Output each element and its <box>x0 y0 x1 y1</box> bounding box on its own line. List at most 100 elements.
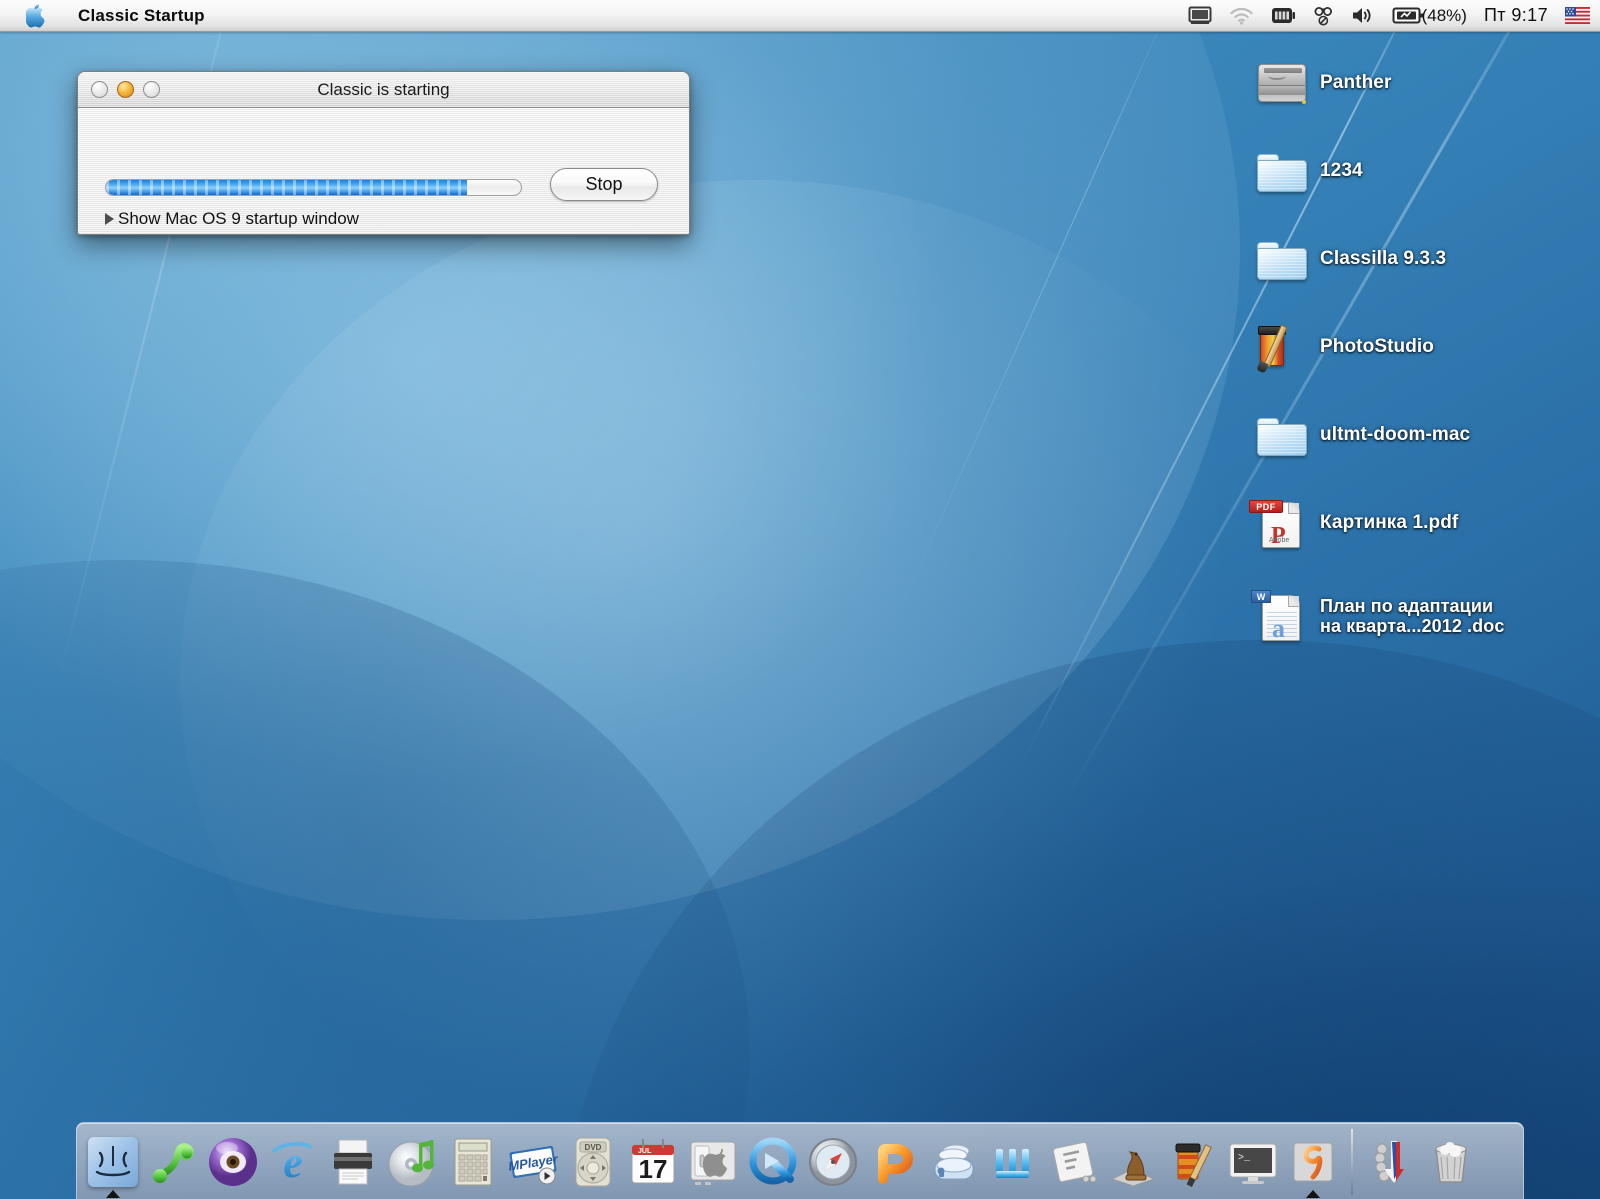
dock-item-finder[interactable] <box>83 1129 143 1199</box>
desktop-icon-plan-doc[interactable]: a W План по адаптации на кварта...2012 .… <box>1251 580 1600 652</box>
dock-item-print-center[interactable] <box>323 1129 383 1199</box>
dock-item-system-preferences[interactable] <box>683 1129 743 1199</box>
window-title: Classic is starting <box>317 79 450 99</box>
us-flag-icon <box>1565 7 1590 24</box>
dock-item-trash[interactable] <box>1421 1129 1481 1199</box>
dock-item-sherlock[interactable] <box>143 1129 203 1199</box>
dock-item-textedit[interactable] <box>1043 1129 1103 1199</box>
apple-logo-icon <box>26 4 45 28</box>
menu-extra-volume[interactable] <box>1351 0 1375 31</box>
startup-progress-fill <box>106 180 468 195</box>
folder-icon <box>1252 230 1312 288</box>
close-button[interactable] <box>91 81 108 98</box>
dock-item-mplayer[interactable]: MPlayer <box>503 1129 563 1199</box>
menu-extra-input-source[interactable] <box>1565 0 1590 31</box>
itunes-icon <box>386 1135 440 1189</box>
word-document-icon: a W <box>1251 587 1312 645</box>
dock-item-ical[interactable]: JUL 17 <box>623 1129 683 1199</box>
menu-extra-power[interactable]: (48%) <box>1392 0 1467 31</box>
dock-item-calculator[interactable] <box>443 1129 503 1199</box>
menu-extra-airport[interactable] <box>1229 0 1254 31</box>
minimize-button[interactable] <box>117 81 134 98</box>
dock-item-internet-explorer[interactable]: e <box>263 1129 323 1199</box>
wallpaper-swirl-2 <box>180 180 1330 1180</box>
russian-flag-download-icon <box>1364 1135 1418 1189</box>
ical-icon: JUL 17 <box>626 1135 680 1189</box>
classic-startup-window[interactable]: Classic is starting Stop Show Mac OS 9 s… <box>77 71 690 235</box>
window-body: Stop Show Mac OS 9 startup window <box>78 108 689 234</box>
menu-bar-left: Classic Startup <box>0 0 219 31</box>
dock-item-dvd-player[interactable]: DVD <box>563 1129 623 1199</box>
battery-percent-label: (48%) <box>1421 5 1467 25</box>
svg-text:>_: >_ <box>1238 1153 1251 1164</box>
trash-icon <box>1424 1135 1478 1189</box>
pdf-document-icon: Ρ Adobe PDF <box>1249 494 1312 552</box>
desktop-icon-label: 1234 <box>1320 160 1363 182</box>
dock-separator <box>1351 1129 1353 1195</box>
quicktime-icon <box>746 1135 800 1189</box>
mplayer-icon: MPlayer <box>506 1135 560 1189</box>
dock-item-mail[interactable] <box>203 1129 263 1199</box>
running-indicator <box>1306 1190 1320 1198</box>
dock-item-photostudio[interactable] <box>1163 1129 1223 1199</box>
menubar-app-title[interactable]: Classic Startup <box>64 0 219 31</box>
folder-icon <box>1252 142 1312 200</box>
finder-icon <box>86 1135 140 1189</box>
menu-extra-battery[interactable] <box>1271 0 1296 31</box>
dock-item-toast[interactable] <box>923 1129 983 1199</box>
menu-bar-clock[interactable]: Пт 9:17 <box>1484 0 1548 31</box>
safari-icon <box>806 1135 860 1189</box>
bluetooth-off-icon <box>1314 7 1332 26</box>
internet-explorer-icon: e <box>266 1135 320 1189</box>
dock-item-quicktime[interactable] <box>743 1129 803 1199</box>
photostudio-icon <box>1166 1135 1220 1189</box>
show-startup-window-disclosure[interactable]: Show Mac OS 9 startup window <box>105 209 359 229</box>
svg-text:17: 17 <box>639 1154 668 1184</box>
dock[interactable]: e MPlayer DVD JUL 17 >_ <box>76 1122 1524 1199</box>
menu-bar-status-area: (48%) Пт 9:17 <box>1188 0 1600 31</box>
battery-icon <box>1271 8 1295 23</box>
wallpaper-swirl-3 <box>560 640 1600 1199</box>
wallpaper-swirl-4 <box>0 560 750 1199</box>
system-preferences-icon <box>686 1135 740 1189</box>
chess-knight-icon <box>1106 1135 1160 1189</box>
dock-item-downloads[interactable] <box>1361 1129 1421 1199</box>
display-icon <box>1188 6 1212 24</box>
wallpaper-streak-3 <box>895 0 1181 620</box>
dock-item-safari[interactable] <box>803 1129 863 1199</box>
window-titlebar[interactable]: Classic is starting <box>78 72 689 108</box>
desktop-icon-ultmt-doom-mac[interactable]: ultmt-doom-mac <box>1252 404 1600 466</box>
dock-item-classic[interactable] <box>1283 1129 1343 1199</box>
desktop-icon-label: ultmt-doom-mac <box>1320 424 1471 446</box>
dock-item-chess[interactable] <box>1103 1129 1163 1199</box>
desktop-icon-classilla[interactable]: Classilla 9.3.3 <box>1252 228 1600 290</box>
desktop-icon-1234[interactable]: 1234 <box>1252 140 1600 202</box>
desktop-icon-kartinka-pdf[interactable]: Ρ Adobe PDF Картинка 1.pdf <box>1249 492 1600 554</box>
dock-apps-zone: e MPlayer DVD JUL 17 >_ <box>83 1123 1343 1199</box>
desktop-icon-grid: Panther 1234 Classilla 9.3.3 PhotoStudio… <box>1249 52 1600 678</box>
textedit-icon <box>1046 1135 1100 1189</box>
power-adapter-icon <box>1392 7 1423 24</box>
toast-icon <box>926 1135 980 1189</box>
purple-eye-icon <box>206 1135 260 1189</box>
desktop-icon-label: Classilla 9.3.3 <box>1320 248 1447 270</box>
desktop-icon-panther[interactable]: Panther <box>1252 52 1600 114</box>
dock-item-sh-editor[interactable] <box>983 1129 1043 1199</box>
blue-sh-icon <box>986 1135 1040 1189</box>
dock-item-itunes[interactable] <box>383 1129 443 1199</box>
dock-item-terminal[interactable]: >_ <box>1223 1129 1283 1199</box>
menu-extra-display[interactable] <box>1188 0 1212 31</box>
airport-wifi-icon <box>1230 7 1253 25</box>
apple-menu-button[interactable] <box>0 0 64 31</box>
volume-icon <box>1352 8 1371 23</box>
stop-button[interactable]: Stop <box>550 168 658 201</box>
dvd-player-icon: DVD <box>566 1135 620 1189</box>
printer-icon <box>326 1135 380 1189</box>
menu-extra-bluetooth[interactable] <box>1313 0 1334 31</box>
zoom-button[interactable] <box>143 81 160 98</box>
svg-text:DVD: DVD <box>585 1143 602 1152</box>
chevron-right-icon[interactable] <box>105 213 114 225</box>
menu-bar: Classic Startup (48%) Пт 9:17 <box>0 0 1600 32</box>
dock-item-preview[interactable] <box>863 1129 923 1199</box>
desktop-icon-photostudio[interactable]: PhotoStudio <box>1252 316 1600 378</box>
